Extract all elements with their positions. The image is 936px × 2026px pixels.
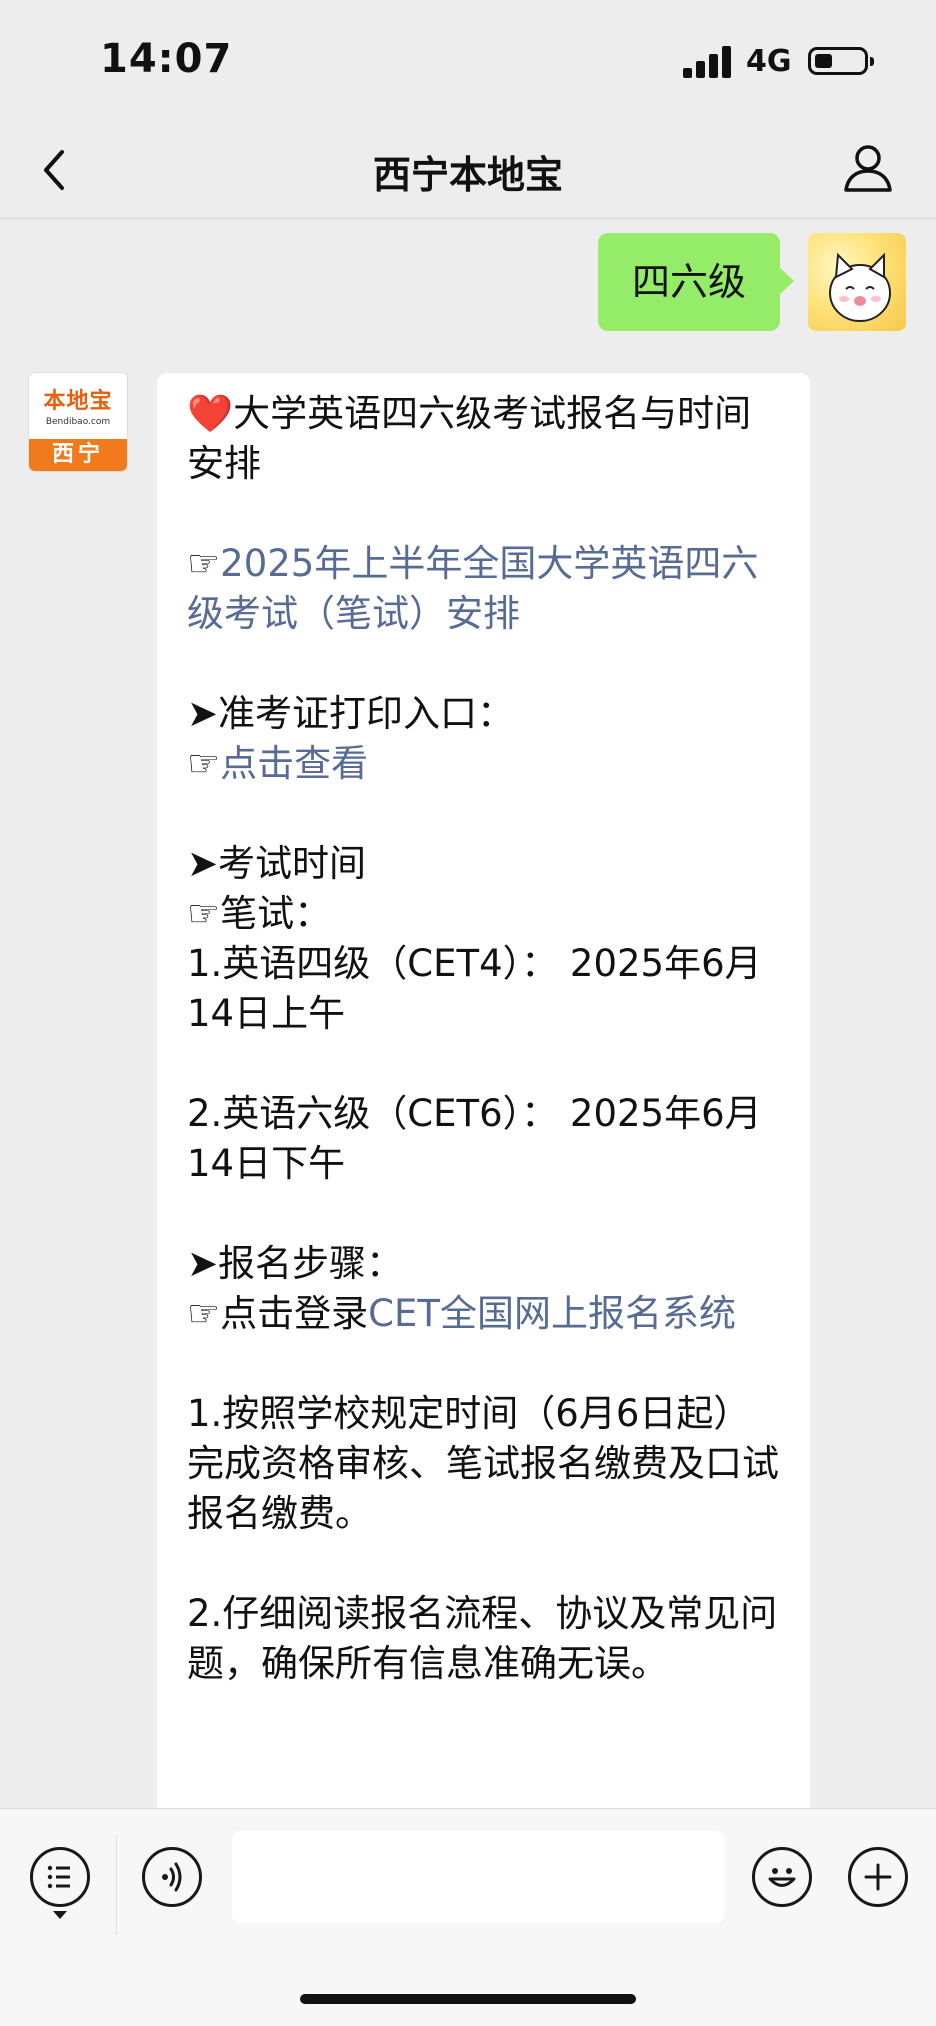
cet4-time: 1.英语四级（CET4）： 2025年6月14日上午 [187,942,762,1035]
nav-bar: 西宁本地宝 [0,120,936,219]
logo-url: Bendibao.com [45,417,111,427]
arrow-icon: ➤ [187,842,219,885]
cat-avatar-icon [829,252,891,322]
menu-button[interactable] [30,1847,90,1907]
cet-registration-link[interactable]: CET全国网上报名系统 [368,1292,736,1335]
admit-card-heading: 准考证打印入口： [218,692,515,735]
message-input[interactable] [232,1831,724,1923]
pointing-hand-icon: ☞ [187,892,221,935]
emoji-icon [768,1868,796,1887]
caret-down-icon [53,1911,67,1919]
heading-text: 大学英语四六级考试报名与时间安排 [187,392,752,485]
list-menu-icon [47,1865,70,1889]
profile-button[interactable] [838,138,898,198]
steps-heading: 报名步骤： [218,1242,404,1285]
registration-section: ➤报名步骤： ☞点击登录CET全国网上报名系统 [187,1239,782,1339]
signal-icon [683,46,733,78]
input-bar [0,1808,936,2026]
step-1: 1.按照学校规定时间（6月6日起）完成资格审核、笔试报名缴费及口试报名缴费。 [187,1392,779,1535]
admit-card-section: ➤准考证打印入口： ☞点击查看 [187,689,782,789]
voice-icon [162,1862,182,1892]
cet6-line: 2.英语六级（CET6）： 2025年6月14日下午 [187,1089,782,1189]
user-avatar[interactable] [808,233,906,331]
pointing-hand-icon: ☞ [187,1292,221,1335]
arrow-icon: ➤ [187,1242,219,1285]
status-time: 14:07 [100,36,233,82]
network-type: 4G [746,44,792,79]
person-icon [844,145,892,192]
login-prefix: 点击登录 [220,1292,369,1335]
voice-button[interactable] [142,1847,202,1907]
exam-time-section: ➤考试时间 ☞笔试： 1.英语四级（CET4）： 2025年6月14日上午 [187,839,782,1039]
message-heading: ❤️大学英语四六级考试报名与时间安排 [187,389,782,489]
battery-icon [808,47,874,75]
logo-name: 本地宝 [43,389,113,414]
plus-button[interactable] [848,1847,908,1907]
exam-arrangement-link[interactable]: 2025年上半年全国大学英语四六级考试（笔试）安排 [187,542,758,635]
divider [116,1835,117,1935]
bendibao-logo: 本地宝 Bendibao.com [29,373,127,439]
step-2: 2.仔细阅读报名流程、协议及常见问题，确保所有信息准确无误。 [187,1592,778,1685]
home-indicator [300,1994,636,2004]
bendibao-avatar[interactable]: 本地宝 Bendibao.com 西宁 [29,373,127,471]
admit-card-link[interactable]: 点击查看 [220,742,368,785]
exam-time-heading: 考试时间 [218,842,367,885]
arrow-icon: ➤ [187,692,219,735]
heart-icon: ❤️ [187,392,234,435]
message-bubble[interactable]: ❤️大学英语四六级考试报名与时间安排 ☞2025年上半年全国大学英语四六级考试（… [157,373,810,1833]
emoji-button[interactable] [752,1847,812,1907]
cet6-time: 2.英语六级（CET6）： 2025年6月14日下午 [187,1092,762,1185]
pointing-hand-icon: ☞ [187,542,221,585]
page-title: 西宁本地宝 [372,153,563,197]
pointing-hand-icon: ☞ [187,742,221,785]
plus-icon [864,1863,892,1891]
exam-arrangement-line: ☞2025年上半年全国大学英语四六级考试（笔试）安排 [187,539,782,639]
logo-city: 西宁 [29,439,127,471]
user-message-bubble[interactable]: 四六级 [598,233,794,331]
written-label: 笔试： [220,892,332,935]
status-bar: 14:07 4G [0,0,936,120]
